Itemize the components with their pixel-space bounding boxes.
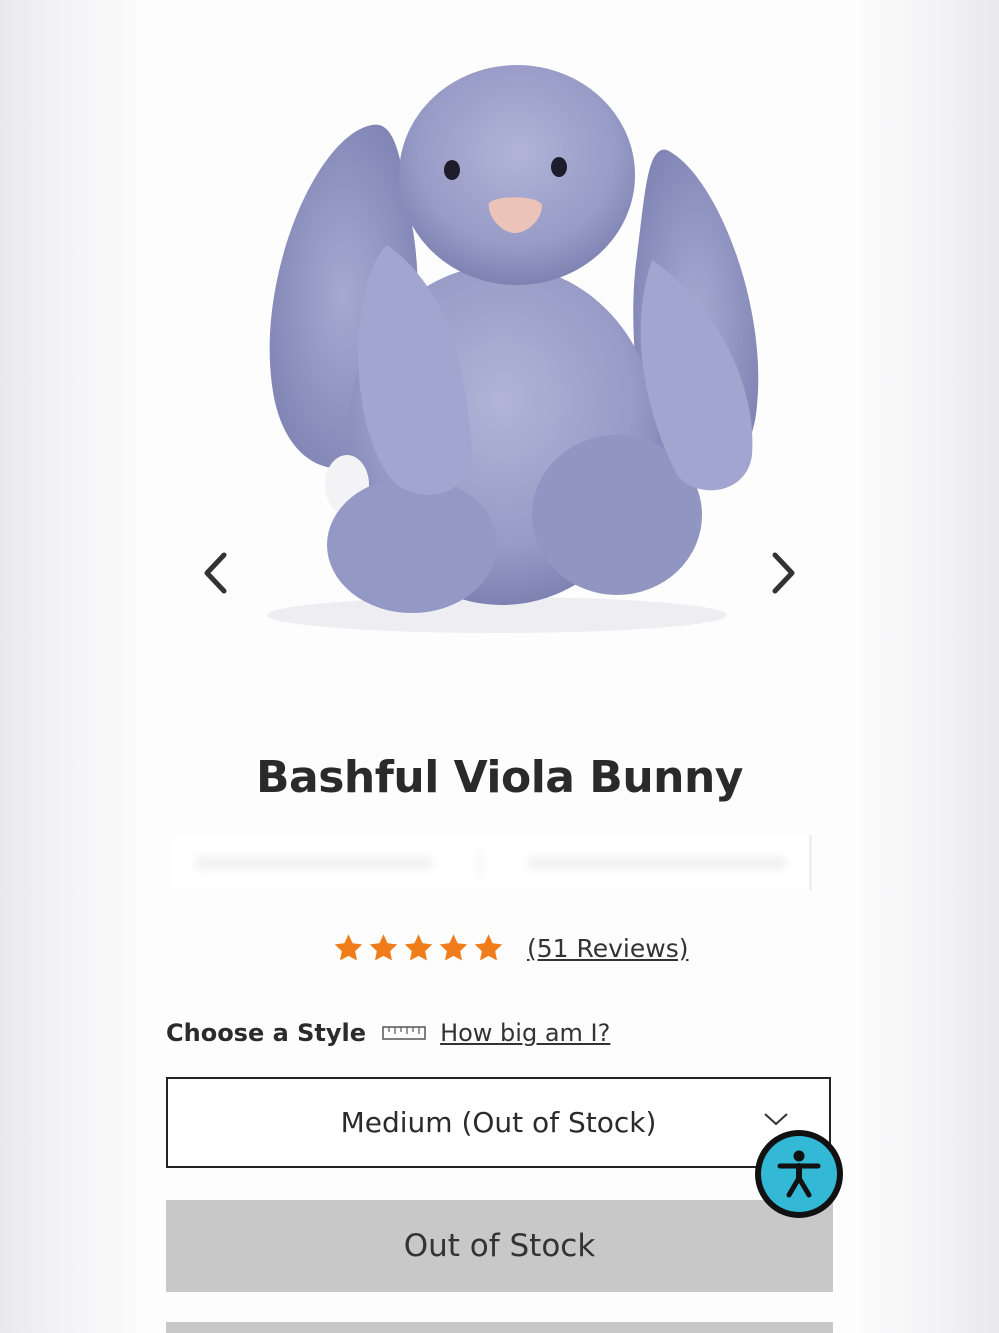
product-image	[267, 65, 759, 633]
chevron-right-icon	[772, 552, 795, 594]
accessibility-icon	[777, 1150, 821, 1198]
style-selector-header: Choose a Style How big am I?	[166, 1013, 610, 1053]
star-icon	[334, 934, 363, 961]
star-icon	[369, 934, 398, 961]
style-dropdown-value: Medium (Out of Stock)	[340, 1106, 657, 1139]
out-of-stock-button[interactable]: Out of Stock	[166, 1200, 833, 1292]
blurred-price-region	[172, 835, 812, 890]
product-rating: (51 Reviews)	[332, 929, 689, 967]
accessibility-button[interactable]	[755, 1130, 843, 1218]
ruler-icon	[382, 1026, 426, 1040]
star-icon	[439, 934, 468, 961]
star-icon	[474, 934, 503, 961]
chevron-down-icon	[764, 1113, 788, 1126]
previous-image-button[interactable]	[190, 548, 240, 598]
star-rating	[332, 932, 505, 964]
secondary-button-partial[interactable]	[166, 1322, 833, 1333]
star-icon	[404, 934, 433, 961]
choose-style-label: Choose a Style	[166, 1019, 367, 1047]
next-image-button[interactable]	[759, 548, 809, 598]
reviews-link[interactable]: (51 Reviews)	[527, 934, 689, 963]
size-guide-link[interactable]: How big am I?	[440, 1019, 610, 1047]
chevron-left-icon	[204, 552, 227, 594]
product-page: Bashful Viola Bunny (51 Reviews) Choose …	[137, 0, 862, 1333]
product-title: Bashful Viola Bunny	[256, 752, 743, 803]
style-dropdown[interactable]: Medium (Out of Stock)	[166, 1077, 831, 1168]
product-image-gallery[interactable]	[137, 0, 862, 720]
